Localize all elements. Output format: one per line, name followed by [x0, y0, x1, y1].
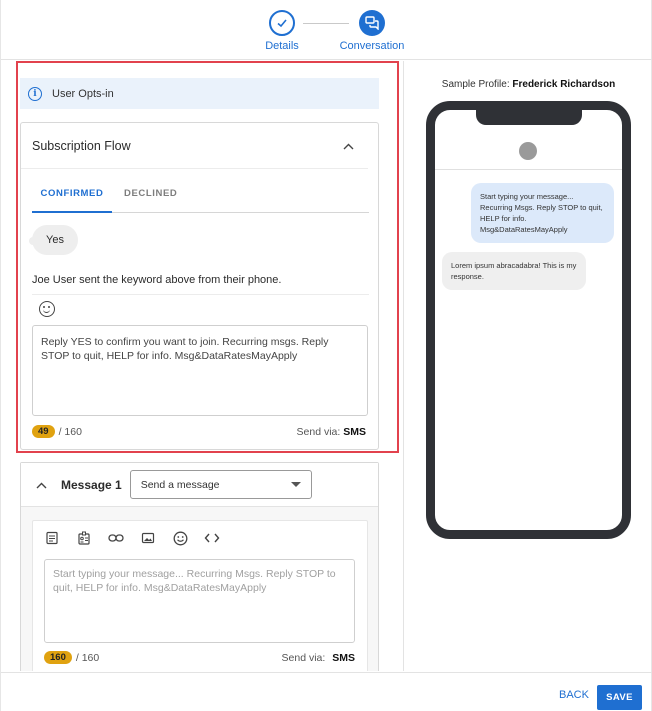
footer: BACK SAVE — [1, 672, 652, 711]
message-1-label: Message 1 — [61, 477, 122, 492]
check-icon — [269, 10, 295, 36]
char-count-badge: 160 — [44, 651, 72, 664]
emoji-icon[interactable] — [171, 529, 189, 547]
char-counter: 160 / 160 — [44, 651, 99, 664]
chevron-up-icon[interactable] — [36, 478, 47, 492]
save-button[interactable]: SAVE — [597, 685, 642, 710]
message-type-value: Send a message — [140, 478, 220, 491]
preview-panel: Sample Profile: Frederick Richardson Sta… — [405, 61, 652, 671]
back-button[interactable]: BACK — [559, 689, 589, 701]
char-limit: / 160 — [75, 651, 100, 664]
phone-preview: Start typing your message... Recurring M… — [426, 101, 631, 539]
message-1-card: Message 1 Send a message Start typing yo… — [20, 462, 379, 671]
send-via-label: Send via: — [281, 652, 326, 664]
send-via: Send via: SMS — [282, 652, 355, 664]
contact-avatar — [519, 142, 537, 160]
sample-profile: Sample Profile: Frederick Richardson — [405, 79, 652, 90]
step-conversation[interactable]: Conversation — [327, 10, 417, 52]
message-composer: Start typing your message... Recurring M… — [32, 520, 368, 671]
template-icon[interactable] — [43, 529, 61, 547]
link-icon[interactable] — [107, 529, 125, 547]
message-1-header: Message 1 Send a message — [21, 463, 378, 507]
chat-icon — [359, 10, 385, 36]
contact-card-icon[interactable] — [75, 529, 93, 547]
highlight-outline — [16, 61, 399, 453]
composer-toolbar — [43, 529, 221, 547]
incoming-message-bubble: Lorem ipsum abracadabra! This is my resp… — [442, 252, 586, 290]
image-icon[interactable] — [139, 529, 157, 547]
divider — [435, 169, 622, 170]
editor-panel: i User Opts-in Subscription Flow CONFIRM… — [1, 61, 404, 671]
step-details[interactable]: Details — [237, 10, 327, 52]
caret-down-icon — [290, 482, 301, 487]
sample-profile-name: Frederick Richardson — [512, 79, 616, 90]
sample-profile-label: Sample Profile: — [441, 79, 510, 90]
outgoing-message-bubble: Start typing your message... Recurring M… — [471, 183, 614, 243]
send-via-value: SMS — [332, 652, 355, 664]
stepper: Details Conversation — [1, 0, 652, 60]
phone-notch — [476, 110, 582, 125]
message-1-textarea[interactable]: Start typing your message... Recurring M… — [44, 559, 355, 643]
code-icon[interactable] — [203, 529, 221, 547]
step-details-label: Details — [265, 40, 299, 52]
step-conversation-label: Conversation — [339, 40, 405, 52]
message-type-select[interactable]: Send a message — [129, 470, 312, 499]
app: Details Conversation i User Opts-in Subs… — [0, 0, 652, 711]
